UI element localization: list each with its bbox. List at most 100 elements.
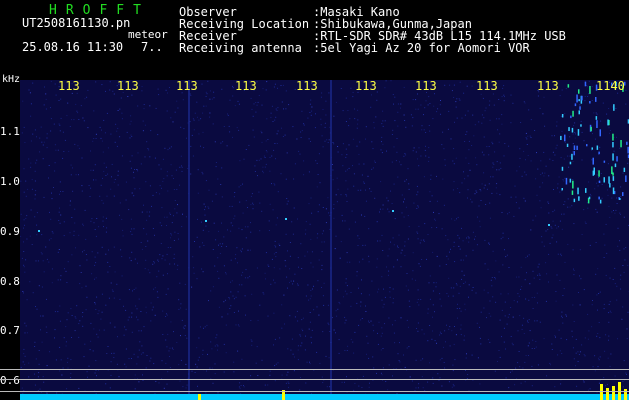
noise-speck xyxy=(95,309,97,310)
noise-speck xyxy=(300,137,302,138)
noise-speck xyxy=(370,190,372,192)
noise-speck xyxy=(81,190,83,192)
noise-speck xyxy=(535,178,537,180)
noise-speck xyxy=(458,237,460,239)
noise-speck xyxy=(408,226,410,228)
noise-speck xyxy=(577,351,579,353)
noise-speck xyxy=(516,170,518,172)
noise-speck xyxy=(447,295,449,297)
noise-speck xyxy=(417,108,419,110)
noise-speck xyxy=(28,89,30,91)
noise-speck xyxy=(238,284,240,286)
noise-speck xyxy=(304,255,306,257)
noise-speck xyxy=(607,189,608,191)
noise-speck xyxy=(92,140,94,142)
noise-speck xyxy=(380,349,382,351)
noise-speck xyxy=(360,301,362,303)
noise-speck xyxy=(420,299,422,300)
noise-speck xyxy=(62,191,64,192)
noise-speck xyxy=(339,257,341,259)
noise-speck xyxy=(429,362,431,364)
noise-speck xyxy=(255,111,257,113)
noise-speck xyxy=(461,278,462,280)
meteor-echo xyxy=(581,95,583,101)
noise-speck xyxy=(556,227,558,229)
noise-speck xyxy=(467,236,469,238)
noise-speck xyxy=(362,375,364,377)
noise-speck xyxy=(427,308,429,310)
noise-speck xyxy=(418,206,419,208)
noise-speck xyxy=(459,192,461,194)
noise-speck xyxy=(327,322,329,324)
noise-speck xyxy=(45,93,47,95)
noise-speck xyxy=(287,381,289,383)
noise-speck xyxy=(503,341,505,343)
noise-speck xyxy=(551,343,553,345)
noise-speck xyxy=(525,257,527,259)
noise-speck xyxy=(425,145,426,147)
noise-speck xyxy=(93,138,95,139)
noise-speck xyxy=(173,253,175,255)
noise-speck xyxy=(138,298,140,300)
noise-speck xyxy=(538,263,540,265)
noise-speck xyxy=(418,383,420,385)
noise-speck xyxy=(539,321,541,323)
noise-speck xyxy=(140,163,142,165)
noise-speck xyxy=(349,118,351,120)
noise-speck xyxy=(463,259,464,261)
noise-speck xyxy=(461,117,463,119)
noise-speck xyxy=(346,350,348,351)
noise-speck xyxy=(23,219,25,221)
noise-speck xyxy=(310,289,312,291)
noise-speck xyxy=(499,162,501,164)
noise-speck xyxy=(21,387,23,389)
noise-speck xyxy=(233,361,235,363)
noise-speck xyxy=(273,267,275,269)
noise-speck xyxy=(317,211,319,213)
noise-speck xyxy=(627,158,629,160)
noise-speck xyxy=(88,365,90,367)
noise-speck xyxy=(277,130,279,132)
noise-speck xyxy=(93,222,95,224)
noise-speck xyxy=(608,335,610,337)
noise-speck xyxy=(109,81,111,83)
noise-speck xyxy=(323,304,325,306)
noise-speck xyxy=(275,246,277,248)
noise-speck xyxy=(88,185,90,186)
noise-speck xyxy=(197,385,198,387)
noise-speck xyxy=(161,258,163,260)
noise-speck xyxy=(558,176,560,178)
noise-speck xyxy=(545,262,547,264)
noise-speck xyxy=(417,289,419,291)
noise-speck xyxy=(249,275,251,277)
noise-speck xyxy=(551,349,553,350)
noise-speck xyxy=(454,359,456,361)
noise-speck xyxy=(301,319,303,321)
noise-speck xyxy=(528,299,530,301)
noise-speck xyxy=(553,189,554,190)
noise-speck xyxy=(479,189,481,190)
noise-speck xyxy=(579,249,581,251)
noise-speck xyxy=(257,319,259,321)
noise-speck xyxy=(486,317,487,319)
noise-speck xyxy=(221,167,223,169)
meteor-echo xyxy=(626,141,628,145)
noise-speck xyxy=(404,255,406,257)
noise-speck xyxy=(415,108,417,110)
noise-speck xyxy=(545,300,547,302)
noise-speck xyxy=(431,227,433,229)
noise-speck xyxy=(169,367,171,368)
noise-speck xyxy=(110,188,112,190)
noise-speck xyxy=(110,361,112,363)
noise-speck xyxy=(360,319,362,321)
noise-speck xyxy=(131,358,132,359)
noise-speck xyxy=(356,302,358,304)
noise-speck xyxy=(84,98,86,100)
noise-speck xyxy=(383,303,385,305)
noise-speck xyxy=(413,147,415,149)
noise-speck xyxy=(596,392,598,394)
noise-speck xyxy=(215,337,217,339)
noise-speck xyxy=(594,138,596,140)
noise-speck xyxy=(103,226,104,228)
noise-speck xyxy=(281,127,282,129)
